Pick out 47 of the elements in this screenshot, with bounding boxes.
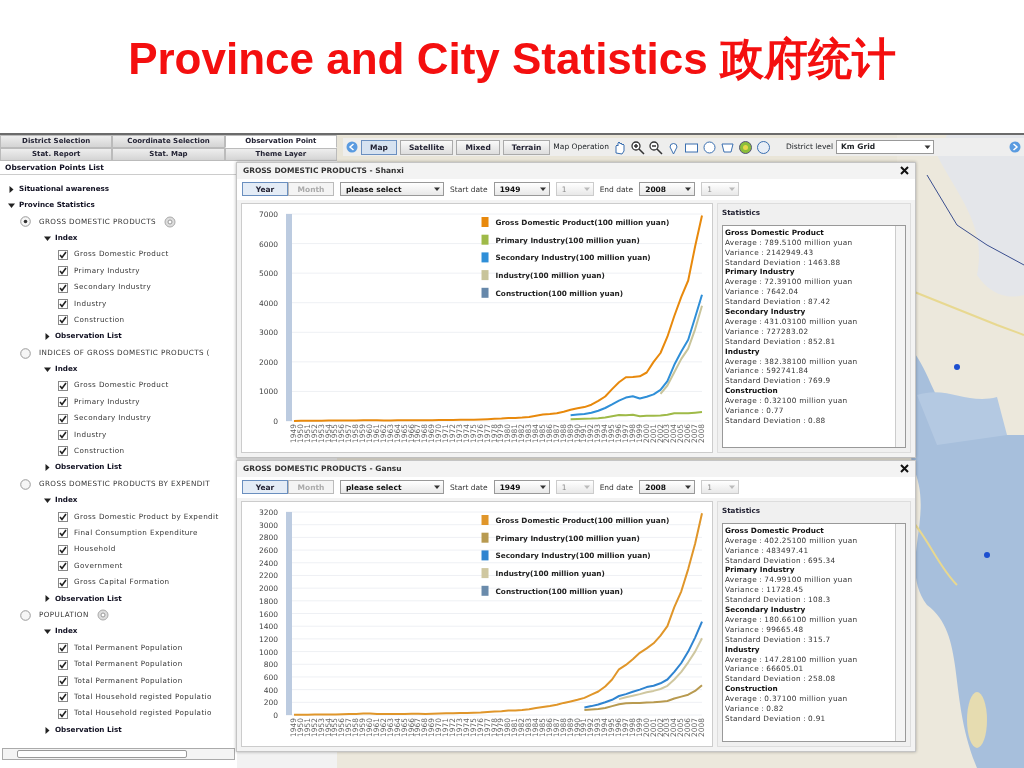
checkbox[interactable] (58, 430, 68, 441)
radio-button[interactable] (20, 347, 31, 359)
slide-title: Province and City Statistics 政府统计 (127, 33, 897, 85)
checkbox[interactable] (58, 380, 68, 391)
caret-icon[interactable] (44, 595, 51, 603)
checkbox[interactable] (58, 397, 68, 408)
caret-icon[interactable] (8, 202, 15, 210)
checkbox[interactable] (58, 544, 68, 555)
checkbox[interactable] (58, 512, 68, 522)
forward-icon[interactable] (1009, 141, 1021, 153)
checkbox[interactable] (58, 298, 68, 309)
circle-icon[interactable] (701, 139, 717, 155)
checkbox[interactable] (58, 249, 68, 260)
vertical-scrollbar[interactable] (895, 225, 905, 447)
caret-icon[interactable] (44, 726, 51, 734)
radio-button[interactable] (20, 478, 31, 490)
checkbox[interactable] (58, 413, 68, 424)
checkbox[interactable] (58, 282, 68, 293)
checkbox[interactable] (58, 266, 68, 277)
caret-icon[interactable] (44, 497, 51, 505)
caret-icon[interactable] (44, 366, 51, 373)
caret-icon[interactable] (44, 628, 51, 636)
zoom-in-icon[interactable] (629, 139, 645, 155)
layer-icon[interactable] (737, 139, 753, 155)
vertical-scrollbar[interactable] (895, 523, 905, 741)
radio-button[interactable] (20, 609, 31, 621)
checkbox[interactable] (58, 561, 68, 572)
checkbox[interactable] (58, 692, 68, 703)
checkbox[interactable] (58, 446, 68, 457)
checkbox[interactable] (58, 643, 68, 654)
radio-button[interactable] (20, 216, 31, 228)
horizontal-scrollbar[interactable] (2, 748, 235, 760)
caret-icon[interactable] (44, 464, 51, 472)
checkbox[interactable] (58, 708, 68, 719)
checkbox[interactable] (58, 577, 68, 588)
caret-icon[interactable] (8, 185, 15, 193)
checkbox[interactable] (58, 528, 68, 539)
close-icon[interactable] (900, 464, 909, 474)
zoom-out-icon[interactable] (647, 139, 663, 155)
checkbox[interactable] (58, 675, 68, 686)
caret-icon[interactable] (44, 333, 51, 341)
ring-icon[interactable] (755, 139, 771, 155)
close-icon[interactable] (900, 166, 909, 176)
checkbox[interactable] (58, 315, 68, 326)
caret-icon[interactable] (44, 234, 51, 242)
checkbox[interactable] (58, 659, 68, 670)
back-icon[interactable] (346, 141, 358, 153)
